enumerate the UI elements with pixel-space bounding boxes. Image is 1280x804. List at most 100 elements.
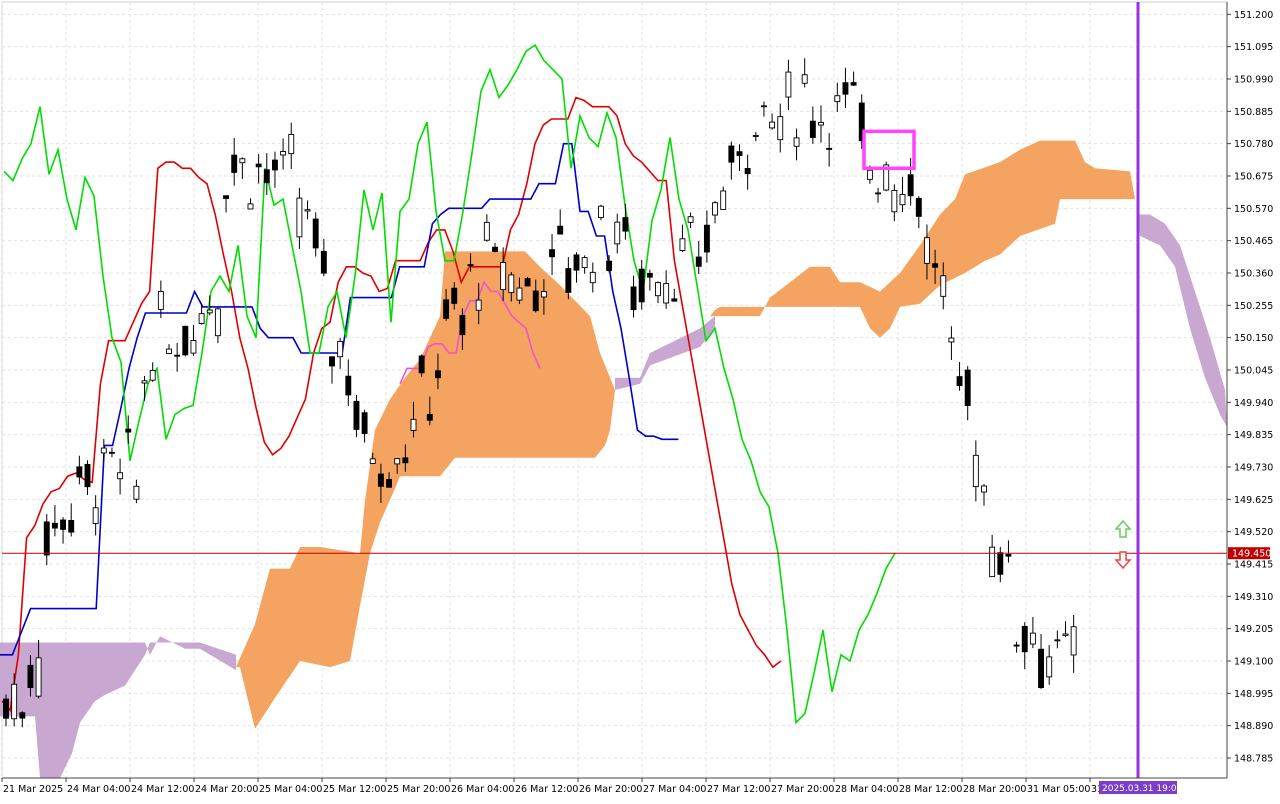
- candle-bear: [1013, 644, 1020, 647]
- chart-background: [0, 0, 1280, 800]
- candle-bull: [394, 458, 401, 465]
- candle-bear: [842, 82, 849, 95]
- candle-bear: [964, 369, 971, 406]
- candle-bull: [296, 197, 303, 238]
- candle-bull: [655, 282, 661, 297]
- candle-bear: [174, 354, 181, 357]
- x-tick-label: 31 Mar 05:00: [1027, 784, 1090, 795]
- candle-bull: [793, 137, 800, 147]
- x-tick-label: 24 Mar 12:00: [131, 784, 194, 795]
- candle-bull: [206, 309, 213, 314]
- candle-bear: [532, 290, 539, 312]
- x-tick-label: 21 Mar 2025: [3, 784, 63, 795]
- y-tick-label: 150.045: [1234, 365, 1273, 376]
- candle-bull: [899, 194, 906, 206]
- candle-bull: [940, 275, 947, 297]
- candle-bear: [320, 250, 327, 274]
- y-tick-label: 149.415: [1234, 559, 1273, 570]
- candle-bull: [500, 261, 507, 291]
- candle-bull: [369, 458, 376, 464]
- x-tick-label: 25 Mar 04:00: [259, 784, 322, 795]
- x-tick-label: 26 Mar 20:00: [579, 784, 642, 795]
- candle-bear: [703, 224, 710, 253]
- candle-bull: [720, 190, 727, 210]
- candle-bear: [459, 315, 466, 336]
- candle-bull: [1029, 632, 1036, 645]
- candle-bull: [875, 192, 881, 195]
- candle-bull: [475, 299, 482, 311]
- y-tick-label: 149.310: [1234, 592, 1273, 603]
- candle-bear: [125, 428, 132, 433]
- candle-bull: [785, 71, 792, 98]
- x-tick-label: 24 Mar 20:00: [195, 784, 258, 795]
- y-tick-label: 150.465: [1234, 236, 1273, 247]
- candle-bull: [1070, 626, 1077, 656]
- candle-bull: [149, 369, 156, 381]
- candle-bear: [736, 151, 743, 156]
- candle-bull: [214, 308, 221, 337]
- candle-bull: [834, 95, 841, 103]
- candle-bull: [508, 274, 515, 294]
- candle-bear: [695, 256, 702, 267]
- candle-bull: [92, 507, 99, 524]
- candle-bear: [606, 260, 613, 271]
- candle-bull: [117, 472, 124, 480]
- candle-bear: [573, 254, 580, 271]
- candle-bull: [1046, 656, 1053, 678]
- candle-bull: [516, 287, 523, 301]
- candle-bear: [68, 519, 75, 533]
- candle-bear: [671, 298, 678, 302]
- y-tick-label: 150.675: [1234, 171, 1273, 182]
- price-chart[interactable]: 149.450 151.200 151.095 150.990 150.885 150.…: [0, 0, 1280, 800]
- candle-bear: [272, 159, 278, 171]
- candle-bull: [100, 447, 107, 454]
- candle-bull: [247, 203, 254, 210]
- y-tick-label: 149.730: [1234, 462, 1273, 473]
- candle-bull: [190, 339, 197, 354]
- candle-bear: [638, 268, 645, 303]
- chart-area[interactable]: 149.450 151.200 151.095 150.990 150.885 150.…: [0, 0, 1280, 800]
- x-tick-label: 28 Mar 20:00: [963, 784, 1026, 795]
- candle-bear: [255, 163, 262, 168]
- candle-bull: [157, 290, 164, 310]
- y-tick-label: 150.780: [1234, 139, 1273, 150]
- x-tick-label: 25 Mar 12:00: [323, 784, 386, 795]
- y-tick-label: 150.360: [1234, 268, 1273, 279]
- y-tick-label: 150.990: [1234, 74, 1273, 85]
- candle-bear: [43, 521, 50, 556]
- candle-bear: [345, 375, 352, 396]
- y-tick-label: 148.785: [1234, 753, 1273, 764]
- candle-bull: [239, 158, 246, 164]
- x-tick-label: 26 Mar 04:00: [451, 784, 514, 795]
- candle-bear: [108, 451, 115, 454]
- candle-bear: [435, 370, 441, 379]
- candle-bear: [565, 268, 572, 293]
- candle-bull: [598, 205, 604, 219]
- candle-bear: [27, 664, 34, 688]
- candle-bull: [818, 121, 824, 126]
- candle-bear: [361, 412, 368, 434]
- candle-bear: [418, 355, 425, 374]
- y-tick-label: 150.255: [1234, 301, 1273, 312]
- candle-bull: [1062, 633, 1069, 636]
- candle-bear: [549, 249, 555, 258]
- y-tick-label: 149.520: [1234, 527, 1273, 538]
- y-tick-label: 149.205: [1234, 624, 1273, 635]
- candle-bear: [915, 197, 922, 217]
- x-tick-label: 28 Mar 04:00: [835, 784, 898, 795]
- y-tick-label: 150.570: [1234, 204, 1273, 215]
- x-tick-label: 27 Mar 20:00: [771, 784, 834, 795]
- y-tick-label: 151.200: [1234, 10, 1273, 21]
- candle-bull: [410, 418, 417, 431]
- candle-bull: [712, 202, 718, 216]
- candle-bear: [1038, 648, 1045, 689]
- y-tick-label: 148.890: [1234, 721, 1273, 732]
- candle-bull: [166, 348, 172, 354]
- y-tick-label: 149.625: [1234, 495, 1273, 506]
- y-tick-label: 149.940: [1234, 398, 1273, 409]
- candle-bear: [76, 466, 83, 478]
- candle-bull: [924, 237, 930, 264]
- x-tick-label: 27 Mar 12:00: [707, 784, 770, 795]
- x-tick-label: 28 Mar 12:00: [899, 784, 962, 795]
- candle-bear: [744, 168, 751, 175]
